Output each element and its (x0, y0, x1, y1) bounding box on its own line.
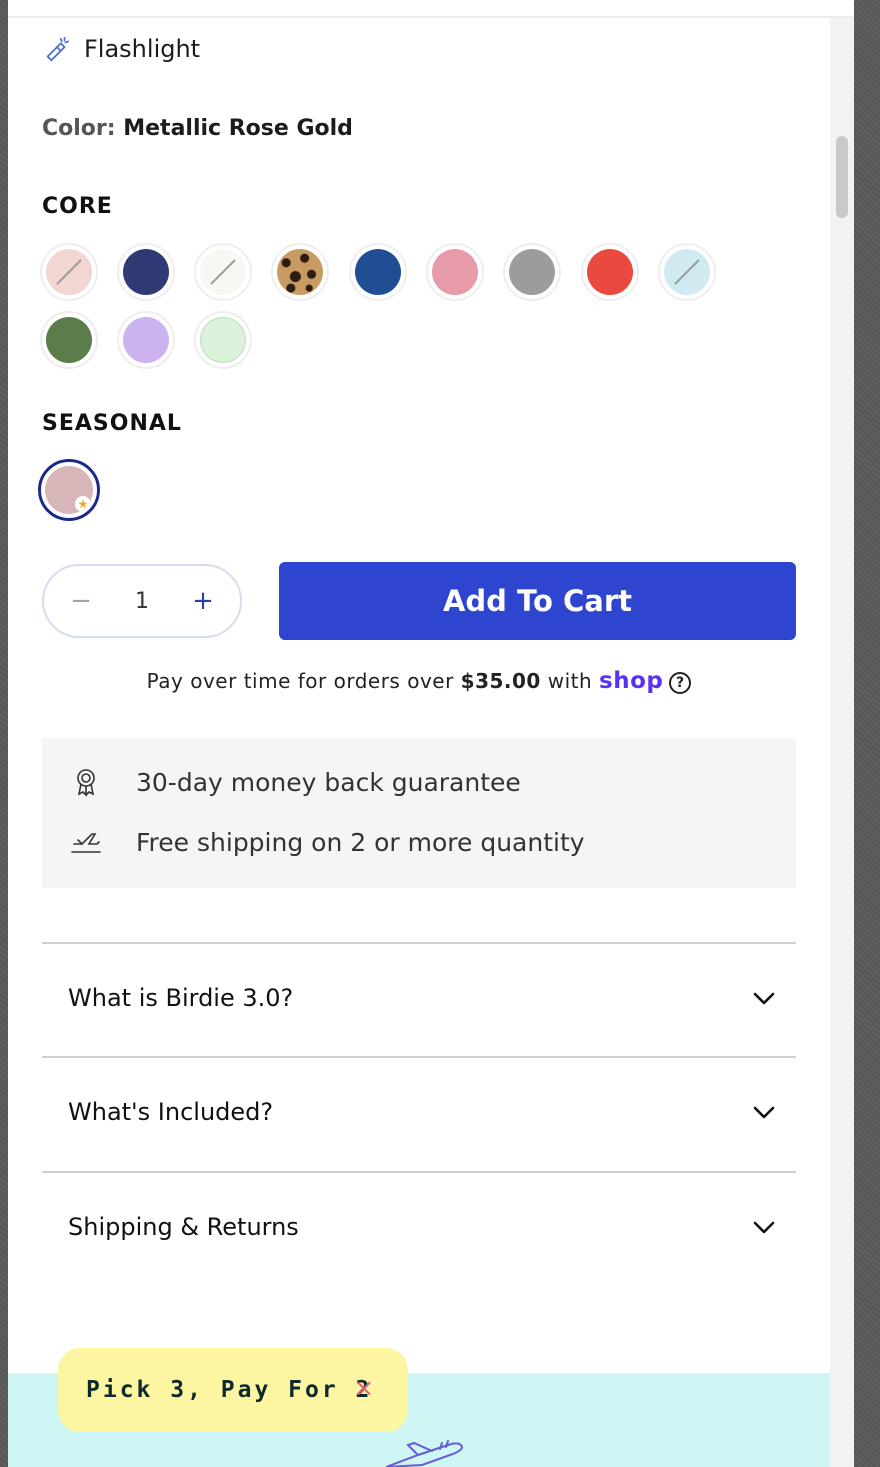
swatch-blush-sold-out[interactable] (40, 243, 98, 301)
chevron-down-icon (753, 1221, 775, 1234)
swatch-fill (123, 317, 169, 363)
shop-logo: shop (599, 668, 664, 694)
guarantee-text: 30-day money back guarantee (136, 767, 521, 797)
swatch-red[interactable] (581, 243, 639, 301)
accordion-label: What is Birdie 3.0? (68, 984, 294, 1012)
color-key: Color: (42, 116, 116, 141)
swatch-fill (277, 249, 323, 295)
close-icon[interactable]: × (354, 1374, 374, 1402)
flashlight-icon (46, 36, 70, 62)
promo-text: Pick 3, Pay For 2 (86, 1377, 373, 1403)
seasonal-title: SEASONAL (42, 411, 182, 436)
swatch-metallic-rose-gold[interactable]: ★ (38, 459, 100, 521)
swatch-fill (432, 249, 478, 295)
swatch-fill (46, 317, 92, 363)
airplane-illustration-icon (385, 1440, 464, 1467)
swatch-fill (46, 249, 92, 295)
award-ribbon-icon (77, 769, 95, 797)
header-divider (8, 0, 854, 18)
help-icon[interactable]: ? (669, 671, 692, 694)
swatch-pink[interactable] (426, 243, 484, 301)
swatch-gray[interactable] (503, 243, 561, 301)
product-panel: Flashlight Color: Metallic Rose Gold COR… (8, 0, 854, 1467)
swatch-white-sold-out[interactable] (194, 243, 252, 301)
promo-pill[interactable]: Pick 3, Pay For 2 × (58, 1348, 408, 1432)
swatch-fill (200, 249, 246, 295)
swatch-lavender[interactable] (117, 311, 175, 369)
add-to-cart-button[interactable]: Add To Cart (279, 562, 796, 640)
swatch-leopard[interactable] (271, 243, 329, 301)
pay-middle: with (540, 669, 600, 693)
quantity-value[interactable]: 1 (135, 589, 149, 614)
swatch-fill (587, 249, 633, 295)
guarantee-box: 30-day money back guarantee Free shippin… (42, 738, 796, 888)
core-title: CORE (42, 194, 113, 219)
swatch-fill (664, 249, 710, 295)
accordion-what-is-birdie[interactable]: What is Birdie 3.0? (42, 942, 796, 1058)
airplane-icon (71, 833, 101, 853)
color-value: Metallic Rose Gold (123, 116, 353, 141)
scrollbar[interactable] (830, 18, 854, 1467)
swatch-navy[interactable] (117, 243, 175, 301)
feature-flashlight: Flashlight (42, 34, 200, 64)
decrement-button[interactable]: − (61, 586, 101, 616)
selected-color: Color: Metallic Rose Gold (42, 116, 353, 141)
swatch-fill (123, 249, 169, 295)
scrollbar-thumb[interactable] (836, 136, 848, 218)
swatch-fill (355, 249, 401, 295)
swatch-mint[interactable] (194, 311, 252, 369)
accordion-label: What's Included? (68, 1098, 274, 1126)
swatch-light-blue-sold-out[interactable] (658, 243, 716, 301)
shop-pay-installments: Pay over time for orders over $35.00 wit… (8, 668, 830, 694)
increment-button[interactable]: + (183, 586, 223, 616)
pay-amount: $35.00 (460, 669, 541, 693)
accordion-whats-included[interactable]: What's Included? (42, 1056, 796, 1172)
guarantee-row: 30-day money back guarantee (70, 766, 521, 798)
swatch-fill (509, 249, 555, 295)
chevron-down-icon (753, 992, 775, 1005)
swatch-green[interactable] (40, 311, 98, 369)
feature-label: Flashlight (84, 35, 201, 63)
pay-prefix: Pay over time for orders over (146, 669, 461, 693)
swatch-fill (200, 317, 246, 363)
swatch-blue[interactable] (349, 243, 407, 301)
star-badge-icon: ★ (75, 496, 91, 512)
accordion-label: Shipping & Returns (68, 1213, 299, 1241)
guarantee-text: Free shipping on 2 or more quantity (136, 827, 585, 857)
quantity-stepper: − 1 + (42, 564, 242, 638)
chevron-down-icon (753, 1106, 775, 1119)
product-page: Flashlight Color: Metallic Rose Gold COR… (8, 0, 854, 1467)
guarantee-row: Free shipping on 2 or more quantity (70, 826, 585, 858)
accordion-shipping-returns[interactable]: Shipping & Returns (42, 1171, 796, 1287)
